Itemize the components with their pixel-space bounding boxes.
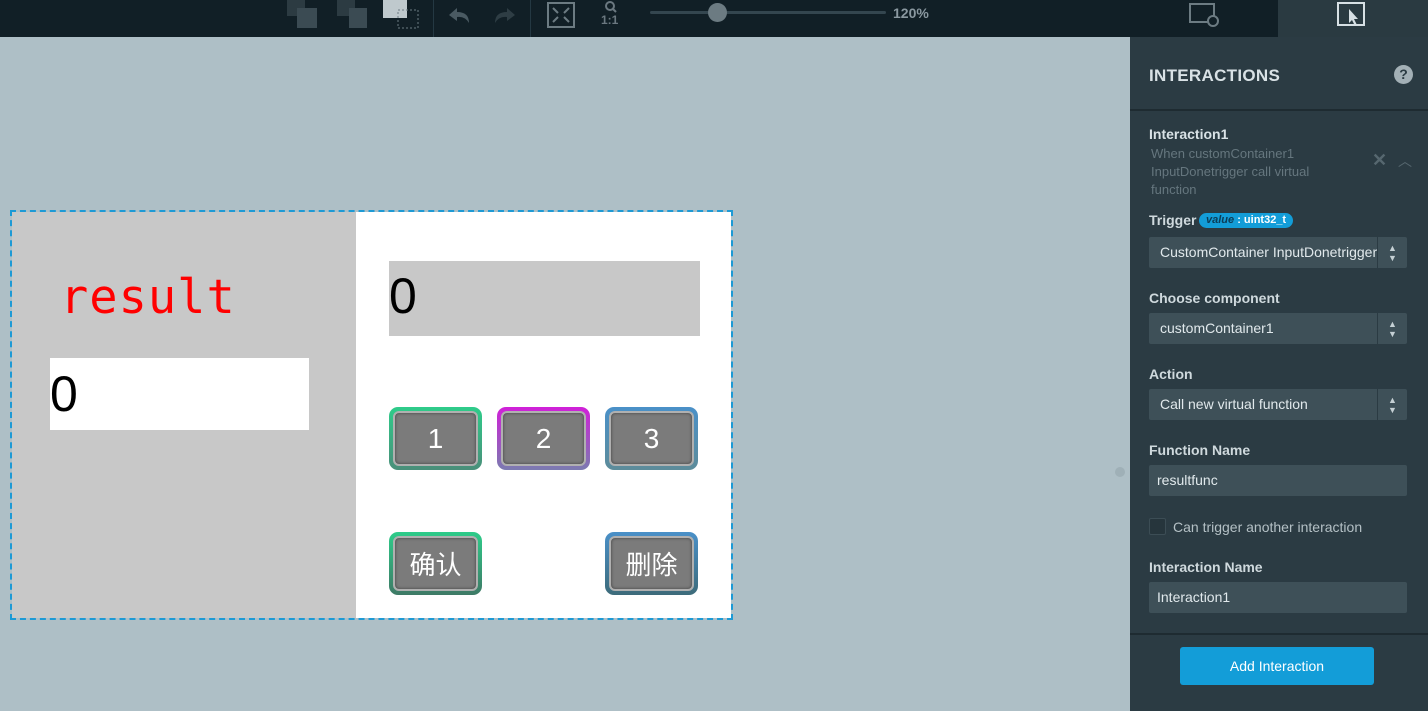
zoom-slider[interactable] — [650, 11, 886, 14]
panel-footer: Add Interaction — [1130, 633, 1428, 711]
interaction-description: When customContainer1 InputDonetrigger c… — [1151, 146, 1310, 197]
help-icon[interactable]: ? — [1394, 65, 1413, 84]
top-toolbar: 1:1 120% — [0, 0, 1428, 37]
result-value: 0 — [50, 358, 309, 430]
key-1-label: 1 — [393, 411, 478, 466]
key-2-label: 2 — [501, 411, 586, 466]
zoom-level: 120% — [893, 5, 929, 21]
result-panel: result 0 — [12, 212, 356, 618]
can-trigger-label[interactable]: Can trigger another interaction — [1173, 519, 1362, 535]
param-name: value — [1206, 214, 1235, 226]
panel-title: INTERACTIONS — [1149, 66, 1281, 85]
trigger-select-value: CustomContainer InputDonetrigger — [1160, 244, 1378, 260]
interaction-name-input[interactable]: Interaction1 — [1149, 582, 1407, 613]
keypad-container: 0 1 2 3 确认 删除 — [356, 212, 731, 618]
interaction-cursor-icon — [1337, 2, 1365, 26]
add-interaction-button[interactable]: Add Interaction — [1180, 647, 1374, 685]
trigger-param-badge: value : uint32_t — [1199, 213, 1294, 228]
result-label: result — [60, 270, 236, 325]
screen-settings-icon[interactable] — [1186, 0, 1222, 30]
action-label: Action — [1149, 366, 1193, 382]
delete-button[interactable]: 删除 — [605, 532, 698, 595]
delete-interaction-icon[interactable]: ✕ — [1372, 150, 1387, 171]
interactions-panel: INTERACTIONS ? Interaction1 When customC… — [1130, 37, 1428, 711]
zoom-actual-size-button[interactable]: 1:1 — [601, 13, 618, 27]
key-1-button[interactable]: 1 — [389, 407, 482, 470]
can-trigger-checkbox[interactable] — [1149, 518, 1166, 535]
send-backward-icon[interactable] — [334, 0, 370, 30]
key-3-button[interactable]: 3 — [605, 407, 698, 470]
function-name-label: Function Name — [1149, 442, 1251, 458]
redo-icon[interactable] — [488, 0, 522, 30]
toolbar-separator — [530, 0, 531, 37]
bring-forward-icon[interactable] — [380, 0, 422, 30]
confirm-label: 确认 — [393, 536, 478, 591]
key-2-button[interactable]: 2 — [497, 407, 590, 470]
interaction-name-label: Interaction Name — [1149, 559, 1263, 575]
zoom-magnifier-icon[interactable] — [600, 0, 622, 14]
undo-icon[interactable] — [442, 0, 476, 30]
function-name-input[interactable]: resultfunc — [1149, 465, 1407, 496]
interactions-tab[interactable] — [1278, 0, 1428, 37]
trigger-select[interactable]: CustomContainer InputDonetrigger ▲ ▼ — [1149, 237, 1407, 268]
fit-to-screen-icon[interactable] — [544, 0, 578, 30]
key-3-label: 3 — [609, 411, 694, 466]
interaction-title[interactable]: Interaction1 — [1149, 126, 1228, 142]
select-updown-icon: ▲ ▼ — [1377, 237, 1407, 268]
delete-label: 删除 — [609, 536, 694, 591]
select-updown-icon: ▲ ▼ — [1377, 389, 1407, 420]
zoom-slider-handle[interactable] — [708, 3, 727, 22]
panel-header: INTERACTIONS ? — [1130, 37, 1428, 111]
param-type: uint32_t — [1243, 214, 1287, 226]
custom-container-frame[interactable]: result 0 0 1 2 3 确认 删除 — [10, 210, 733, 620]
component-select-value: customContainer1 — [1160, 320, 1274, 336]
send-to-back-icon[interactable] — [284, 0, 320, 30]
action-select-value: Call new virtual function — [1160, 396, 1308, 412]
component-label: Choose component — [1149, 290, 1280, 306]
collapse-chevron-icon[interactable]: ︿ — [1398, 151, 1412, 171]
trigger-label: Trigger — [1149, 212, 1197, 228]
action-select[interactable]: Call new virtual function ▲ ▼ — [1149, 389, 1407, 420]
component-select[interactable]: customContainer1 ▲ ▼ — [1149, 313, 1407, 344]
canvas-scroll-handle[interactable] — [1115, 467, 1125, 477]
keypad-display: 0 — [389, 261, 700, 336]
confirm-button[interactable]: 确认 — [389, 532, 482, 595]
toolbar-separator — [433, 0, 434, 37]
select-updown-icon: ▲ ▼ — [1377, 313, 1407, 344]
